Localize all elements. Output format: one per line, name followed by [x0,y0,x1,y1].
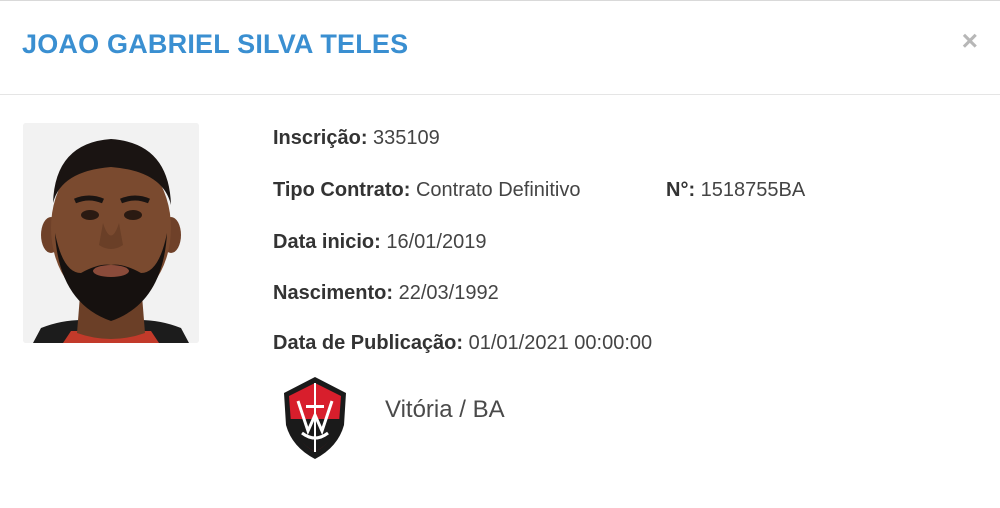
data-inicio-row: Data inicio: 16/01/2019 [273,227,486,257]
data-publicacao-row: Data de Publicação: 01/01/2021 00:00:00 [273,328,652,358]
player-modal: JOAO GABRIEL SILVA TELES × Inscrição: 33… [0,0,1000,508]
numero-label: N°: [666,179,696,201]
numero-value: 1518755BA [700,179,806,201]
player-name-title: JOAO GABRIEL SILVA TELES [22,29,409,59]
nascimento-label: Nascimento: [273,282,394,304]
data-inicio-label: Data inicio: [273,231,381,253]
nascimento-value: 22/03/1992 [398,282,499,304]
data-publicacao-label: Data de Publicação: [273,332,464,354]
tipo-contrato-label: Tipo Contrato: [273,179,411,201]
inscricao-label: Inscrição: [273,127,368,149]
club-crest-icon [278,375,352,461]
data-publicacao-value: 01/01/2021 00:00:00 [468,332,653,354]
inscricao-row: Inscrição: 335109 [273,123,440,153]
nascimento-row: Nascimento: 22/03/1992 [273,278,499,308]
tipo-contrato-value: Contrato Definitivo [415,179,581,201]
data-inicio-value: 16/01/2019 [386,231,487,253]
club-name: Vitória / BA [385,396,505,423]
close-button[interactable]: × [962,27,978,55]
numero-field: N°: 1518755BA [666,175,805,205]
modal-header: JOAO GABRIEL SILVA TELES × [0,1,1000,95]
inscricao-value: 335109 [373,127,440,149]
tipo-contrato-row: Tipo Contrato: Contrato Definitivo N°: 1… [273,175,873,205]
player-photo [23,123,199,343]
